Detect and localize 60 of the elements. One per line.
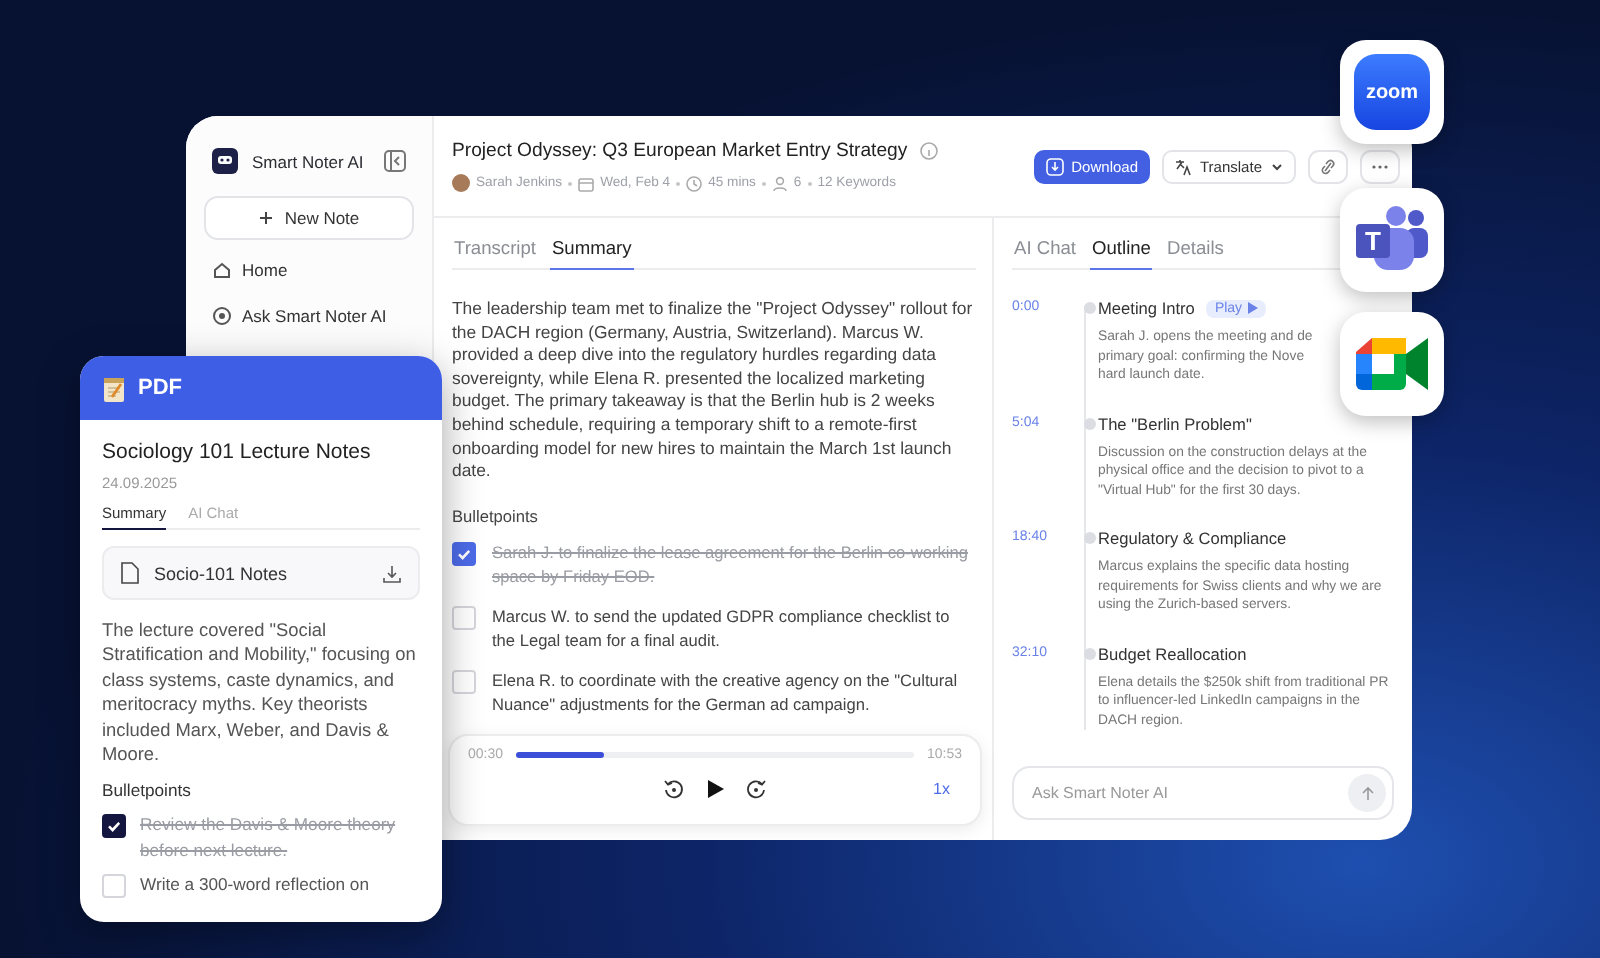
- chat-input-field[interactable]: Ask Smart Noter AI: [1012, 766, 1394, 820]
- timeline-dot: [1084, 532, 1096, 544]
- link-button-icon[interactable]: [1308, 149, 1348, 183]
- check-icon: [456, 545, 472, 562]
- collapse-sidebar-icon[interactable]: [384, 150, 406, 172]
- download-icon[interactable]: [382, 563, 402, 583]
- home-icon: [212, 260, 232, 280]
- chevron-down-icon: [1270, 159, 1284, 173]
- info-icon: [919, 142, 938, 160]
- zoom-app-icon[interactable]: zoom: [1354, 54, 1430, 130]
- person-icon: [771, 175, 788, 191]
- forward-icon[interactable]: [746, 778, 768, 800]
- outline-title: Meeting Intro: [1098, 298, 1195, 318]
- section-heading: Bulletpoints: [452, 505, 540, 526]
- play-icon[interactable]: [704, 778, 726, 800]
- action-item-text: Sarah J. to finalize the lease agreement for the Berlin co-working space by Friday EOD.: [492, 539, 970, 588]
- outline-title: The "Berlin Problem": [1098, 413, 1252, 433]
- avatar-icon: [452, 174, 470, 192]
- note-title: Sociology 101 Lecture Notes: [102, 440, 373, 464]
- plus-icon: [258, 210, 275, 226]
- video-camera-app-icon[interactable]: [1356, 334, 1428, 394]
- tab[interactable]: Details: [1164, 238, 1226, 270]
- download-icon: [1045, 157, 1064, 175]
- summary-paragraph: The leadership team met to finalize the "Project Odyssey" rollout for the DACH region (Germany, Austria, Switzerland). Marcus W. provided a deep dive into the regulatory hurdles regarding data sovereignty, while Elena R. presented the localized marketing budget. The primary takeaway is that the Berlin hub is 2 weeks behind schedule, requiring a temporary shift to a remote-first onboarding model for new hires to maintain the March 1st launch date.: [452, 298, 975, 484]
- tab[interactable]: Transcript: [452, 238, 538, 270]
- outline-title: Budget Reallocation: [1098, 643, 1247, 663]
- notepad-icon: [102, 375, 126, 401]
- summary-paragraph: The lecture covered "Social Stratification and Mobility," focusing on class systems, caste dynamics, and meritocracy myths. Key theorists included Marx, Weber, and Davis & Moore.: [102, 618, 418, 767]
- tab[interactable]: Outline: [1090, 238, 1153, 270]
- app-name: Smart Noter AI: [252, 151, 366, 171]
- file-type-label: PDF: [138, 376, 182, 400]
- timeline-dot: [1084, 417, 1096, 429]
- tab[interactable]: Summary: [549, 238, 634, 270]
- timeline-dot: [1084, 302, 1096, 314]
- play-icon: [1248, 302, 1259, 314]
- section-heading: Bulletpoints: [102, 780, 193, 801]
- file-attachment[interactable]: Socio-101 Notes: [102, 546, 420, 600]
- timeline-dot: [1084, 647, 1096, 659]
- rewind-icon[interactable]: [662, 778, 684, 800]
- robot-logo-icon: [212, 148, 238, 174]
- nav-item[interactable]: Ask Smart Noter AI: [204, 300, 414, 332]
- document-icon: [120, 562, 140, 584]
- nav-item[interactable]: Home: [204, 254, 414, 286]
- target-circle-icon: [212, 306, 232, 326]
- action-item-text: Elena R. to coordinate with the creative agency on the "Cultural Nuance" adjustments for the German ad campaign.: [492, 667, 960, 716]
- arrow-up-icon: [1359, 785, 1375, 801]
- check-icon: [106, 818, 122, 835]
- outline-title: Regulatory & Compliance: [1098, 528, 1287, 548]
- action-item-text: Write a 300-word reflection on: [140, 872, 371, 899]
- translate-icon: [1174, 157, 1192, 175]
- action-item-text: Review the Davis & Moore theory before next lecture.: [140, 812, 398, 865]
- clock-icon: [686, 175, 703, 191]
- checkbox[interactable]: [102, 814, 126, 839]
- speed-button[interactable]: 1x: [933, 780, 950, 798]
- checkbox[interactable]: [452, 541, 476, 566]
- note-title: Project Odyssey: Q3 European Market Entry Strategy: [452, 140, 908, 162]
- tab[interactable]: AI Chat: [1012, 238, 1079, 270]
- calendar-icon: [578, 175, 595, 191]
- new-note-button[interactable]: New Note: [204, 196, 414, 240]
- action-item-text: Marcus W. to send the updated GDPR compliance checklist to the Legal team for a final audit.: [492, 603, 952, 652]
